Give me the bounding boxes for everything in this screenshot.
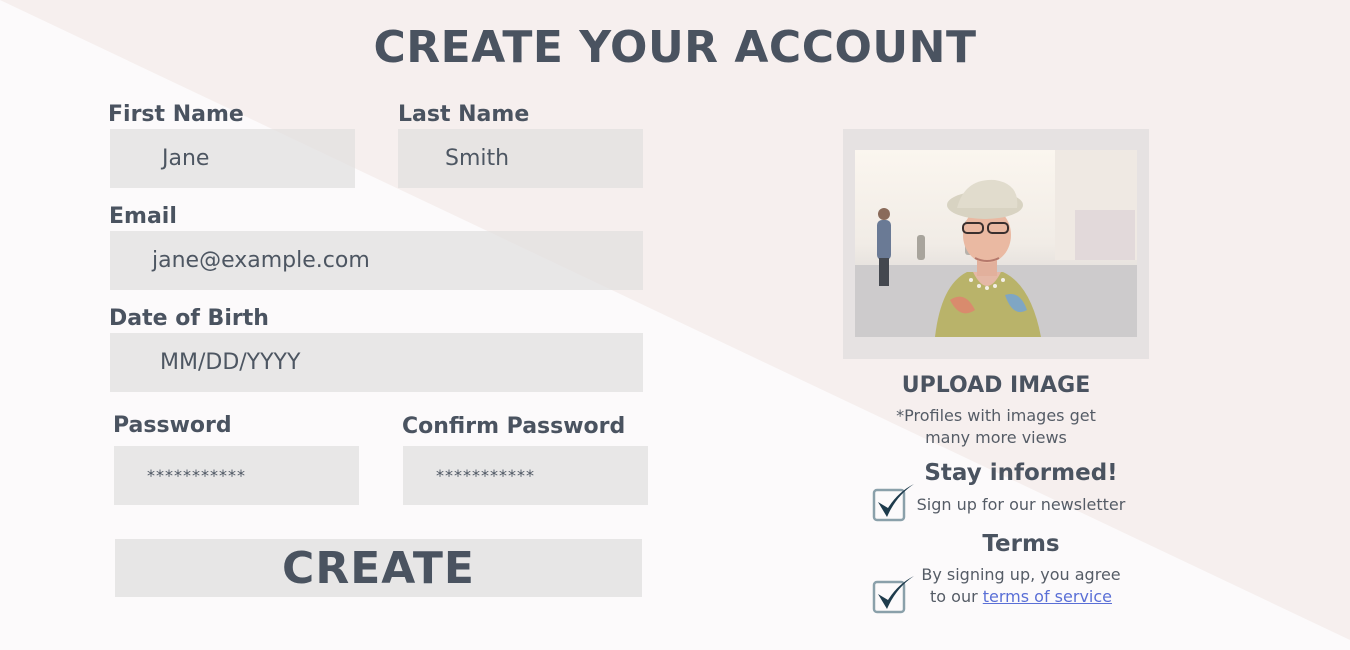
dob-field[interactable]: MM/DD/YYYY <box>110 333 643 392</box>
password-label: Password <box>113 413 232 438</box>
terms-line2-prefix: to our <box>930 587 983 606</box>
confirm-password-label: Confirm Password <box>402 414 626 439</box>
email-value: jane@example.com <box>152 248 370 273</box>
page-title: CREATE YOUR ACCOUNT <box>373 22 977 73</box>
upload-note: *Profiles with images get many more view… <box>843 405 1149 449</box>
dob-label: Date of Birth <box>109 306 269 331</box>
last-name-value: Smith <box>445 146 510 171</box>
terms-line2: to our terms of service <box>910 586 1132 608</box>
password-field[interactable]: *********** <box>114 446 359 505</box>
newsletter-checkbox[interactable] <box>872 484 914 522</box>
email-field[interactable]: jane@example.com <box>110 231 643 290</box>
terms-checkbox[interactable] <box>872 576 914 614</box>
create-button[interactable]: CREATE <box>115 539 642 597</box>
last-name-field[interactable]: Smith <box>398 129 643 188</box>
email-label: Email <box>109 204 177 229</box>
upload-note-line1: *Profiles with images get <box>896 406 1096 425</box>
first-name-value: Jane <box>162 146 210 171</box>
confirm-password-field[interactable]: *********** <box>403 446 648 505</box>
newsletter-text: Sign up for our newsletter <box>916 495 1126 514</box>
confirm-password-value: *********** <box>436 466 535 485</box>
upload-image-title: UPLOAD IMAGE <box>901 373 1091 398</box>
dob-placeholder: MM/DD/YYYY <box>160 350 301 375</box>
terms-text: By signing up, you agree to our terms of… <box>910 564 1132 608</box>
upload-note-line2: many more views <box>925 428 1067 447</box>
profile-photo <box>855 150 1137 337</box>
first-name-label: First Name <box>108 102 244 127</box>
terms-heading: Terms <box>982 531 1060 557</box>
first-name-field[interactable]: Jane <box>110 129 355 188</box>
newsletter-heading: Stay informed! <box>924 460 1118 486</box>
password-value: *********** <box>147 466 246 485</box>
last-name-label: Last Name <box>398 102 530 127</box>
terms-line1: By signing up, you agree <box>921 565 1121 584</box>
terms-of-service-link[interactable]: terms of service <box>983 587 1112 606</box>
